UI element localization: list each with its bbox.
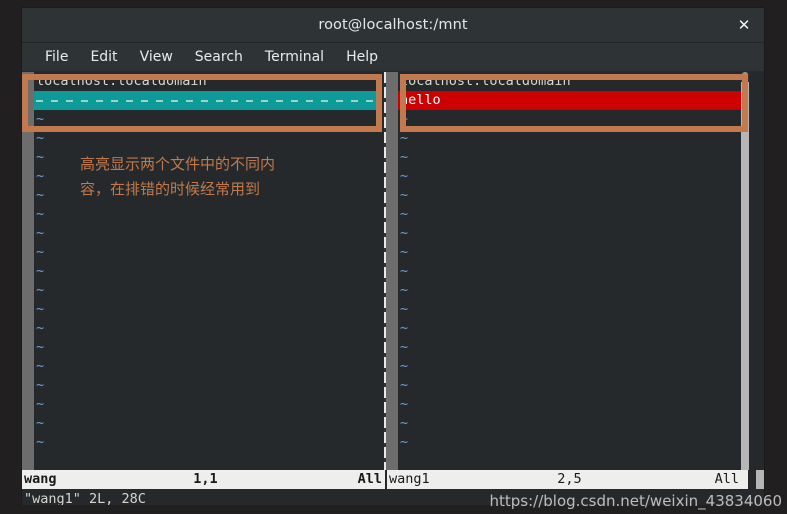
diff-line-right: hello	[398, 91, 747, 110]
status-left-filename: wang	[24, 471, 57, 487]
fold-column-right	[386, 72, 398, 470]
empty-line-marker: ~	[400, 149, 409, 165]
empty-line-marker: ~	[36, 358, 45, 374]
close-icon[interactable]: ✕	[734, 15, 754, 35]
empty-line-marker: ~	[36, 263, 45, 279]
status-left-percent: All	[357, 471, 382, 487]
screenshot-root: root@localhost:/mnt ✕ File Edit View Sea…	[0, 0, 787, 514]
empty-line-marker: ~	[36, 320, 45, 336]
vim-pane-right[interactable]: localhost.localdomain hello ~ ~ ~ ~ ~ ~ ~ ~ ~ ~ ~ ~…	[386, 72, 749, 470]
empty-line-marker: ~	[400, 282, 409, 298]
empty-line-marker: ~	[400, 320, 409, 336]
empty-line-marker: ~	[400, 168, 409, 184]
vim-pane-left[interactable]: localhost.localdomain ~~~~~~~~~~~~~~~~~~	[22, 72, 384, 470]
buffer-lines-right: localhost.localdomain hello ~ ~ ~ ~ ~ ~ ~ ~ ~ ~ ~ ~…	[398, 72, 749, 470]
empty-line-marker: ~	[400, 396, 409, 412]
menu-bar: File Edit View Search Terminal Help	[22, 43, 764, 72]
empty-lines-right: ~ ~ ~ ~ ~ ~ ~ ~ ~ ~ ~ ~ ~ ~ ~ ~ ~ ~	[398, 110, 749, 452]
title-bar: root@localhost:/mnt ✕	[22, 8, 764, 43]
fold-column-left	[22, 72, 34, 470]
menu-item-help[interactable]: Help	[335, 47, 389, 67]
empty-line-marker: ~	[36, 434, 45, 450]
empty-line-marker: ~	[36, 187, 45, 203]
empty-line-marker: ~	[36, 225, 45, 241]
empty-line-marker: ~	[36, 282, 45, 298]
terminal-body[interactable]: localhost.localdomain ~ ~ ~ ~ ~ ~ ~ ~ ~ ~ ~ ~ ~ ~ ~ ~ ~ ~	[22, 72, 764, 505]
empty-line-marker: ~	[400, 130, 409, 146]
empty-line-marker: ~	[400, 434, 409, 450]
scrollbar-cap-icon	[742, 72, 748, 78]
empty-line-marker: ~	[36, 244, 45, 260]
empty-line-marker: ~	[400, 339, 409, 355]
empty-line-marker: ~	[400, 206, 409, 222]
buffer-lines-left: localhost.localdomain ~~~~~~~~~~~~~~~~~~	[34, 72, 384, 470]
status-scrollbar-segment	[756, 470, 764, 489]
empty-line-marker: ~	[400, 263, 409, 279]
empty-line-marker: ~	[36, 396, 45, 412]
vimdiff-panes: localhost.localdomain ~ ~ ~ ~ ~ ~ ~ ~ ~ ~ ~ ~ ~ ~ ~ ~ ~ ~	[22, 72, 764, 470]
empty-line-marker: ~	[400, 358, 409, 374]
menu-item-terminal[interactable]: Terminal	[254, 47, 335, 67]
diff-line-left	[34, 91, 382, 110]
menu-item-view[interactable]: View	[129, 47, 184, 67]
status-left-position: 1,1	[193, 471, 218, 487]
empty-line-marker: ~	[400, 415, 409, 431]
status-right-position: 2,5	[557, 471, 582, 487]
empty-line-marker: ~	[36, 377, 45, 393]
scrollbar-thumb[interactable]	[741, 82, 749, 470]
status-bar-left: wang 1,1 All	[22, 470, 385, 489]
empty-line-marker: ~	[36, 206, 45, 222]
empty-line-marker: ~	[400, 225, 409, 241]
empty-line-marker: ~	[400, 187, 409, 203]
empty-line-marker: ~	[36, 339, 45, 355]
empty-line-marker: ~	[400, 301, 409, 317]
menu-item-edit[interactable]: Edit	[79, 47, 128, 67]
trailing-whitespace-marks	[36, 100, 378, 102]
empty-line-marker: ~	[36, 301, 45, 317]
empty-line-marker: ~	[400, 244, 409, 260]
status-bar-row: wang 1,1 All wang1 2,5 All	[22, 470, 764, 489]
status-right-filename: wang1	[389, 471, 430, 487]
empty-line-marker: ~	[36, 168, 45, 184]
terminal-window: root@localhost:/mnt ✕ File Edit View Sea…	[22, 8, 764, 505]
status-bar-right: wang1 2,5 All	[387, 470, 748, 489]
empty-line-marker: ~	[36, 415, 45, 431]
vertical-scrollbar[interactable]	[741, 72, 749, 470]
empty-line-marker: ~	[400, 377, 409, 393]
menu-item-file[interactable]: File	[34, 47, 79, 67]
menu-item-search[interactable]: Search	[184, 47, 254, 67]
empty-line-marker: ~	[400, 111, 409, 127]
window-title: root@localhost:/mnt	[318, 17, 468, 33]
buffer-line-header-right: localhost.localdomain	[400, 73, 571, 89]
watermark-url: https://blog.csdn.net/weixin_43834060	[489, 492, 782, 510]
buffer-line-header-left: localhost.localdomain	[36, 73, 207, 89]
status-right-percent: All	[714, 471, 739, 487]
